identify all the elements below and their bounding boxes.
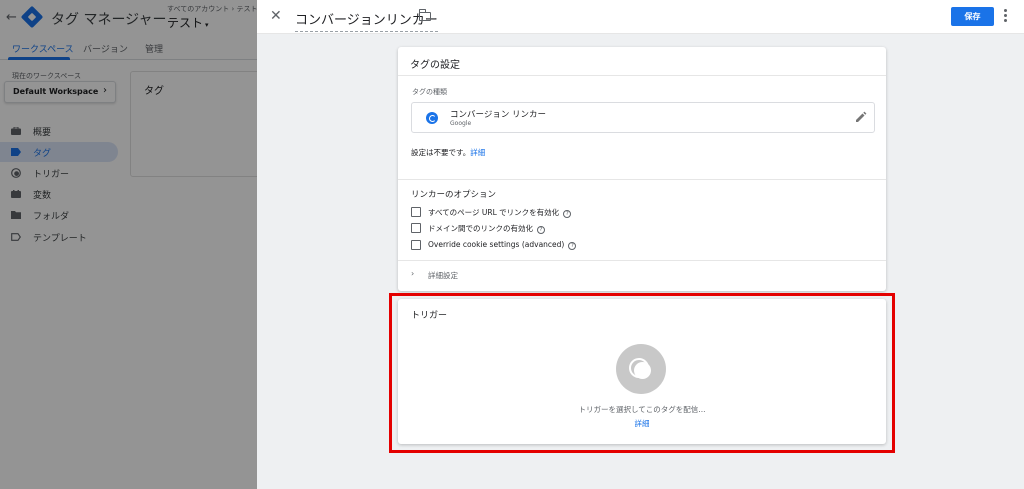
tag-type-name: コンバージョン リンカー (450, 110, 547, 120)
editor-header: ✕ コンバージョンリンカー 保存 (257, 0, 1024, 34)
no-config-message: 設定は不要です。詳細 (411, 147, 485, 158)
linker-options-title: リンカーのオプション (411, 190, 497, 200)
highlight-annotation-box (389, 293, 895, 453)
divider (398, 179, 886, 180)
checkbox[interactable] (411, 223, 421, 233)
close-icon[interactable]: ✕ (270, 8, 282, 24)
advanced-settings-label: 詳細設定 (428, 271, 458, 280)
divider (398, 75, 886, 76)
modal-backdrop[interactable] (0, 0, 257, 489)
tag-type-label: タグの種類 (412, 88, 447, 96)
save-button[interactable]: 保存 (951, 7, 994, 26)
linker-option-label: すべてのページ URL でリンクを有効化? (428, 207, 572, 218)
conversion-linker-icon (426, 112, 438, 124)
divider (398, 260, 886, 261)
pencil-icon[interactable] (855, 111, 867, 123)
linker-option-label: Override cookie settings (advanced)? (428, 240, 577, 250)
help-icon[interactable]: ? (537, 226, 545, 234)
linker-option-label: ドメイン間でのリンクの有効化? (428, 223, 545, 234)
checkbox[interactable] (411, 207, 421, 217)
tag-name-field[interactable]: コンバージョンリンカー (295, 9, 438, 32)
tag-configuration-card: タグの設定 タグの種類 コンバージョン リンカー Google 設定は不要です。… (398, 47, 886, 291)
tag-type-selector[interactable]: コンバージョン リンカー Google (411, 102, 875, 133)
no-config-text: 設定は不要です。 (411, 148, 471, 157)
option-label-text: すべてのページ URL でリンクを有効化 (428, 208, 560, 217)
learn-more-link[interactable]: 詳細 (470, 148, 485, 157)
checkbox[interactable] (411, 240, 421, 250)
folder-icon[interactable] (418, 9, 431, 21)
option-label-text: ドメイン間でのリンクの有効化 (428, 224, 533, 233)
chevron-right-icon: › (411, 269, 415, 278)
help-icon[interactable]: ? (563, 210, 572, 218)
tag-type-vendor: Google (450, 120, 472, 127)
help-icon[interactable]: ? (568, 242, 577, 250)
tag-configuration-title: タグの設定 (410, 60, 460, 71)
more-vert-icon[interactable] (1004, 8, 1008, 24)
option-label-text: Override cookie settings (advanced) (428, 240, 565, 249)
